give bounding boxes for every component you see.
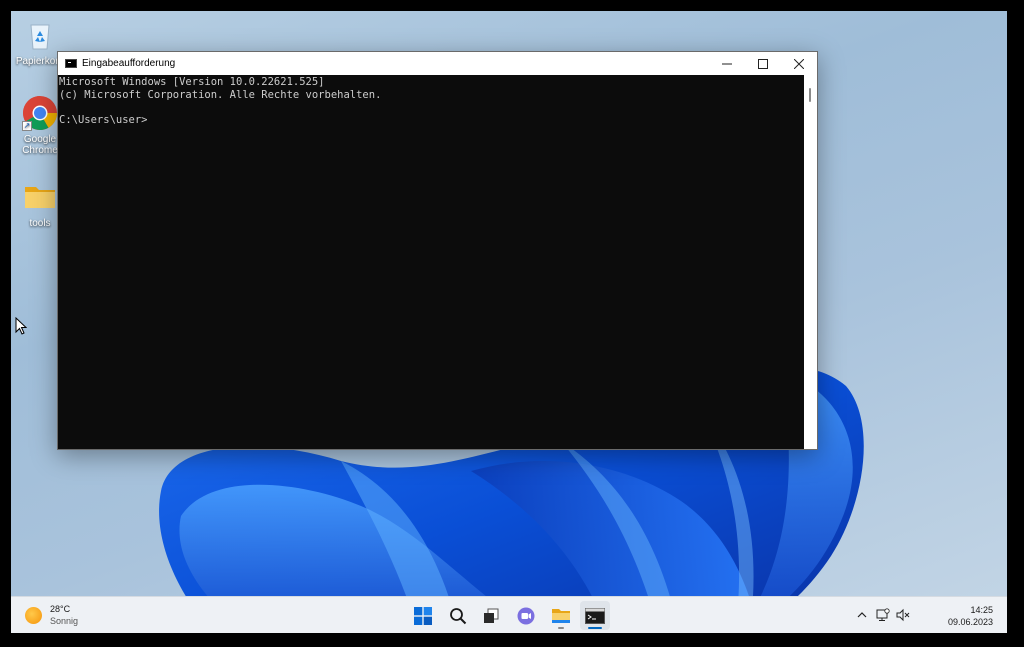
network-icon	[876, 608, 890, 621]
mouse-cursor-icon	[15, 317, 27, 335]
clock[interactable]: 14:25 09.06.2023	[948, 604, 993, 628]
close-icon	[794, 58, 804, 69]
start-icon	[414, 606, 432, 625]
system-tray: 14:25 09.06.2023	[847, 597, 1007, 633]
minimize-icon	[722, 63, 732, 64]
console-prompt: C:\Users\user>	[59, 113, 148, 126]
search-icon	[450, 607, 467, 624]
terminal-icon	[585, 607, 605, 624]
file-explorer-icon	[552, 608, 570, 623]
maximize-icon	[758, 58, 768, 69]
clock-time: 14:25	[970, 605, 993, 615]
volume-button[interactable]	[895, 607, 911, 623]
window-titlebar[interactable]: Eingabeaufforderung	[58, 52, 817, 75]
chat-button[interactable]	[511, 601, 541, 630]
console-line: (c) Microsoft Corporation. Alle Rechte v…	[59, 88, 382, 101]
network-button[interactable]	[875, 607, 891, 623]
clock-date: 09.06.2023	[947, 617, 993, 627]
window-title: Eingabeaufforderung	[82, 58, 176, 69]
weather-temperature: 28°C	[50, 604, 71, 614]
search-button[interactable]	[443, 601, 473, 630]
task-view-button[interactable]	[476, 601, 506, 630]
chevron-up-icon	[857, 612, 867, 618]
vertical-scrollbar[interactable]	[804, 75, 817, 449]
running-indicator	[558, 627, 564, 629]
weather-condition: Sonnig	[50, 616, 79, 626]
chat-icon	[517, 607, 535, 624]
close-button[interactable]	[781, 52, 817, 75]
command-prompt-window[interactable]: Eingabeaufforderung Microsoft Windows [V…	[57, 51, 818, 450]
maximize-button[interactable]	[745, 52, 781, 75]
recycle-bin-icon	[22, 17, 58, 53]
minimize-button[interactable]	[709, 52, 745, 75]
desktop: Papierkorb ↗ Google Chrome tools Eingabe…	[11, 11, 1007, 633]
volume-muted-icon	[896, 608, 910, 622]
show-hidden-icons-button[interactable]	[854, 607, 870, 623]
active-indicator	[588, 627, 602, 629]
task-view-icon	[484, 608, 499, 623]
folder-icon	[22, 179, 58, 215]
sun-icon	[25, 606, 42, 624]
console-line: Microsoft Windows [Version 10.0.22621.52…	[59, 76, 325, 88]
terminal-button[interactable]	[580, 601, 610, 630]
taskbar: 28°C Sonnig 14:25 09.06.2023	[11, 596, 1007, 633]
start-button[interactable]	[408, 601, 438, 630]
file-explorer-button[interactable]	[546, 601, 576, 630]
chrome-icon: ↗	[22, 95, 58, 131]
shortcut-arrow-icon: ↗	[22, 121, 32, 131]
scrollbar-thumb[interactable]	[809, 88, 811, 102]
console-output[interactable]: Microsoft Windows [Version 10.0.22621.52…	[58, 75, 804, 449]
cmd-icon	[65, 59, 77, 68]
weather-widget[interactable]: 28°C Sonnig	[25, 603, 78, 627]
